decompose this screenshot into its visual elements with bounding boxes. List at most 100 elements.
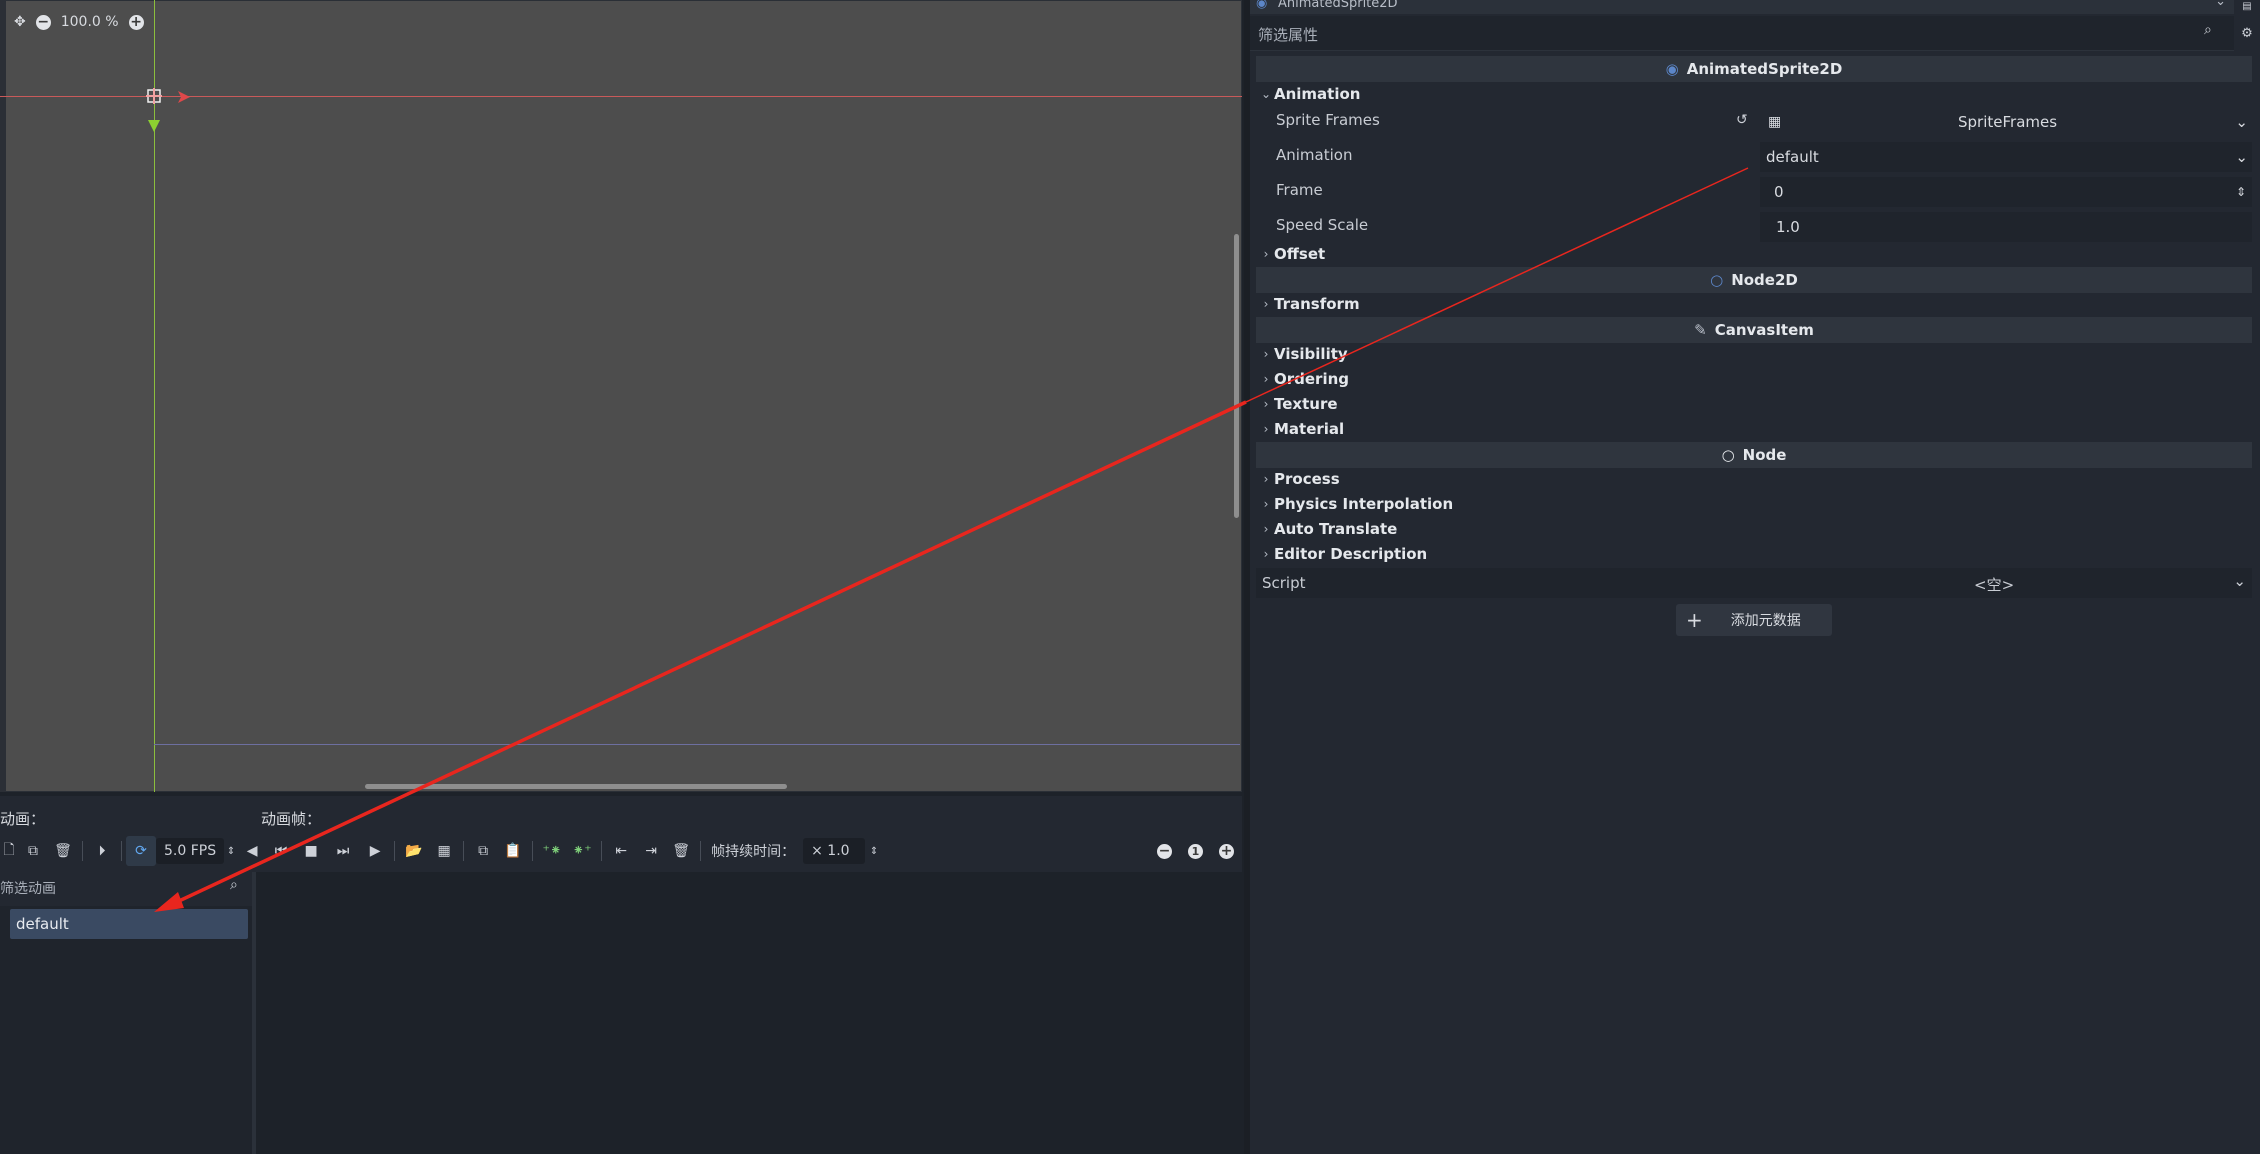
- group-label: Physics Interpolation: [1274, 495, 1454, 513]
- group-label: Transform: [1274, 295, 1360, 313]
- group-animation[interactable]: ⌄ Animation: [1256, 82, 2252, 106]
- loop-toggle-icon[interactable]: ⟳: [126, 836, 156, 866]
- toolbar-separator: [601, 841, 603, 861]
- frame-duration-label: 帧持续时间：: [711, 844, 796, 860]
- fps-spinbox[interactable]: 5.0 FPS: [156, 838, 225, 864]
- insert-frame-after-icon[interactable]: ⁕⁺: [567, 836, 597, 866]
- vertical-scrollbar[interactable]: [1234, 234, 1239, 518]
- add-animation-icon[interactable]: 🗋: [0, 836, 18, 866]
- zoom-out-button[interactable]: −: [35, 14, 51, 30]
- chevron-down-icon: ⌄: [2233, 572, 2246, 590]
- sprite-frames-resource-picker[interactable]: ▦ SpriteFrames ⌄: [1760, 106, 2252, 138]
- script-value: <空>: [1974, 576, 2015, 594]
- group-physics-interpolation[interactable]: › Physics Interpolation: [1256, 492, 2252, 516]
- inspector-settings-icon[interactable]: ⚙: [2234, 20, 2260, 46]
- chevron-down-icon: ⌄: [2215, 0, 2226, 9]
- class-header-animatedsprite2d: ◉ AnimatedSprite2D: [1256, 56, 2252, 82]
- prop-frame-label: Frame: [1276, 181, 1323, 199]
- group-label: Animation: [1274, 85, 1361, 103]
- y-axis-arrow-icon: [148, 120, 160, 132]
- inspector-node-selector[interactable]: ◉ AnimatedSprite2D ⌄: [1250, 0, 2234, 14]
- group-ordering[interactable]: › Ordering: [1256, 367, 2252, 391]
- zoom-level-text[interactable]: 100.0 %: [61, 14, 119, 30]
- horizontal-scrollbar[interactable]: [365, 784, 787, 789]
- move-frame-left-icon[interactable]: ⇤: [606, 836, 636, 866]
- animation-filter-placeholder: 筛选动画: [0, 881, 56, 897]
- group-material[interactable]: › Material: [1256, 417, 2252, 441]
- inspector-node-name: AnimatedSprite2D: [1278, 0, 1398, 11]
- group-label: Visibility: [1274, 345, 1348, 363]
- frames-grid[interactable]: [256, 872, 1242, 1154]
- autoplay-icon[interactable]: ⏵: [87, 836, 117, 866]
- delete-animation-icon[interactable]: 🗑: [48, 836, 78, 866]
- chevron-down-icon: ⌄: [1260, 87, 1272, 101]
- revert-icon[interactable]: ↺: [1736, 112, 1748, 128]
- viewport-guide-line: [154, 744, 1240, 745]
- frame-duration-stepper-icon[interactable]: ⇕: [865, 836, 883, 866]
- prop-sprite-frames-label: Sprite Frames: [1276, 111, 1380, 129]
- delete-frame-icon[interactable]: 🗑: [666, 836, 696, 866]
- toolbar-separator: [532, 841, 534, 861]
- center-view-icon[interactable]: ✥: [14, 14, 26, 30]
- animations-label: 动画：: [0, 810, 46, 828]
- script-property-row[interactable]: Script <空> ⌄: [1256, 568, 2252, 598]
- property-filter-placeholder: 筛选属性: [1258, 26, 1319, 44]
- chevron-right-icon: ›: [1263, 247, 1269, 261]
- group-label: Editor Description: [1274, 545, 1428, 563]
- stop-icon[interactable]: ■: [296, 836, 326, 866]
- move-frame-right-icon[interactable]: ⇥: [636, 836, 666, 866]
- animation-list: [0, 906, 252, 1154]
- class-header-canvasitem: ✎ CanvasItem: [1256, 317, 2252, 343]
- chevron-right-icon: ›: [1263, 547, 1269, 561]
- node-icon: ○: [1721, 446, 1735, 464]
- speed-scale-input[interactable]: 1.0: [1760, 212, 2252, 242]
- add-metadata-button[interactable]: + 添加元数据: [1676, 604, 1832, 636]
- group-process[interactable]: › Process: [1256, 467, 2252, 491]
- stepper-icon[interactable]: ⇕: [2236, 185, 2246, 199]
- prop-animation-label: Animation: [1276, 146, 1353, 164]
- property-filter-input[interactable]: 筛选属性 ⌕: [1250, 16, 2234, 51]
- frame-spinbox[interactable]: 0 ⇕: [1760, 177, 2252, 207]
- duplicate-animation-icon[interactable]: ⧉: [18, 836, 48, 866]
- group-texture[interactable]: › Texture: [1256, 392, 2252, 416]
- class-header-label: AnimatedSprite2D: [1686, 60, 1843, 78]
- load-spritesheet-icon[interactable]: ▦: [429, 836, 459, 866]
- fps-stepper-icon[interactable]: ⇕: [224, 836, 238, 866]
- group-auto-translate[interactable]: › Auto Translate: [1256, 517, 2252, 541]
- zoom-in-button[interactable]: +: [128, 14, 144, 30]
- load-frames-icon[interactable]: 📂: [399, 836, 429, 866]
- class-header-node2d: ○ Node2D: [1256, 267, 2252, 293]
- play-from-start-icon[interactable]: ⏭: [326, 836, 360, 866]
- origin-crosshair-icon: [146, 88, 162, 104]
- group-visibility[interactable]: › Visibility: [1256, 342, 2252, 366]
- play-icon[interactable]: ▶: [360, 836, 390, 866]
- search-icon: ⌕: [230, 877, 238, 893]
- animation-list-item[interactable]: default: [10, 909, 248, 939]
- canvas-viewport[interactable]: [0, 0, 1242, 792]
- play-backwards-icon[interactable]: ⏮: [266, 836, 296, 866]
- search-icon: ⌕: [2204, 22, 2212, 38]
- insert-frame-before-icon[interactable]: ⁺⁕: [537, 836, 567, 866]
- group-label: Process: [1274, 470, 1340, 488]
- toolbar-separator: [121, 841, 122, 861]
- frames-zoom-reset-button[interactable]: 1: [1188, 843, 1203, 859]
- frames-zoom-out-button[interactable]: −: [1157, 843, 1172, 859]
- speed-scale-value: 1.0: [1776, 218, 1800, 236]
- frame-duration-spinbox[interactable]: × 1.0: [803, 838, 866, 864]
- group-editor-description[interactable]: › Editor Description: [1256, 542, 2252, 566]
- chevron-right-icon: ›: [1263, 397, 1269, 411]
- play-backwards-from-end-icon[interactable]: ◀: [238, 836, 266, 866]
- animation-filter-input[interactable]: 筛选动画 ⌕: [0, 874, 252, 902]
- animation-dropdown[interactable]: default ⌄: [1760, 142, 2252, 172]
- group-label: Material: [1274, 420, 1345, 438]
- copy-frame-icon[interactable]: ⧉: [468, 836, 498, 866]
- chevron-right-icon: ›: [1263, 297, 1269, 311]
- group-offset[interactable]: › Offset: [1256, 242, 2252, 266]
- history-icon[interactable]: ▤: [2234, 0, 2260, 12]
- frames-zoom-in-button[interactable]: +: [1219, 843, 1234, 859]
- class-header-label: CanvasItem: [1714, 321, 1814, 339]
- paste-frame-icon[interactable]: 📋: [498, 836, 528, 866]
- chevron-down-icon: ⌄: [2235, 113, 2248, 131]
- group-transform[interactable]: › Transform: [1256, 292, 2252, 316]
- zoom-toolbar: ✥ − 100.0 % +: [14, 10, 144, 34]
